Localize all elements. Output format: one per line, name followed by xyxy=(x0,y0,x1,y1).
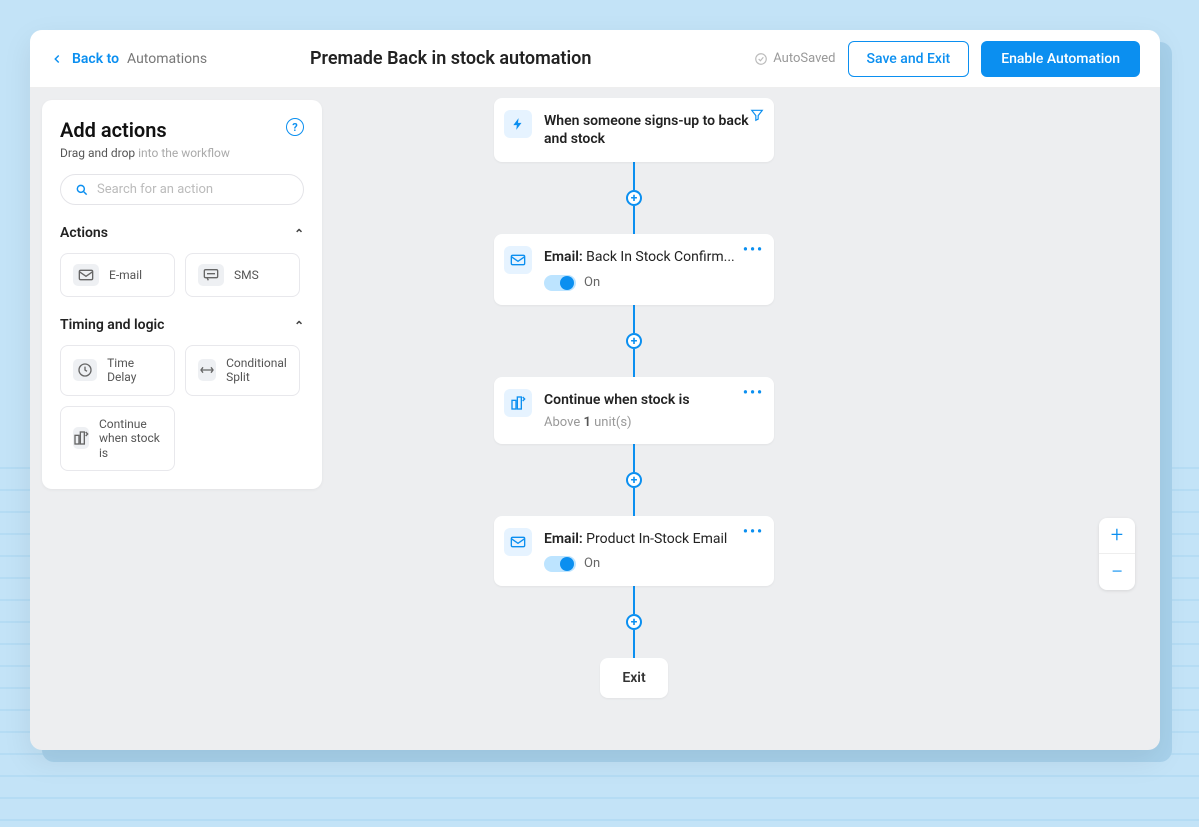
zoom-out-button[interactable]: − xyxy=(1099,554,1135,590)
pill-label: E-mail xyxy=(109,268,142,282)
pill-label: SMS xyxy=(234,268,259,282)
node-menu-icon[interactable]: ••• xyxy=(743,524,764,540)
filter-icon[interactable] xyxy=(750,108,764,122)
help-icon[interactable]: ? xyxy=(286,118,304,136)
section-timing-header[interactable]: Timing and logic ⌄ xyxy=(60,317,304,333)
search-container[interactable] xyxy=(60,174,304,205)
node-menu-icon[interactable]: ••• xyxy=(743,385,764,401)
section-actions-label: Actions xyxy=(60,225,108,241)
stock-icon xyxy=(504,389,532,417)
search-icon xyxy=(75,183,89,197)
autosave-label: AutoSaved xyxy=(773,51,835,66)
toggle-label: On xyxy=(584,556,600,571)
add-step-button[interactable]: + xyxy=(626,472,642,488)
search-input[interactable] xyxy=(97,182,289,197)
action-sms-pill[interactable]: SMS xyxy=(185,253,300,297)
stock-title: Continue when stock is xyxy=(544,391,758,409)
email-node-2[interactable]: ••• Email: Product In-Stock Email On xyxy=(494,516,774,586)
topbar: Back to Automations Premade Back in stoc… xyxy=(30,30,1160,88)
email2-toggle[interactable]: On xyxy=(544,556,758,572)
chevron-down-icon: ⌄ xyxy=(294,318,304,332)
add-step-button[interactable]: + xyxy=(626,614,642,630)
email-node-1[interactable]: ••• Email: Back In Stock Confirm... On xyxy=(494,234,774,304)
page-title: Premade Back in stock automation xyxy=(147,48,754,69)
chevron-down-icon: ⌄ xyxy=(294,226,304,240)
stock-subtitle: Above 1 unit(s) xyxy=(544,415,758,430)
toggle-label: On xyxy=(584,275,600,290)
sidebar-title: Add actions xyxy=(60,118,167,142)
pill-label: Continue when stock is xyxy=(99,417,162,460)
trigger-title: When someone signs-up to back and stock xyxy=(544,112,758,148)
email2-title: Email: Product In-Stock Email xyxy=(544,530,758,548)
check-circle-icon xyxy=(754,52,768,66)
add-step-button[interactable]: + xyxy=(626,190,642,206)
mail-icon xyxy=(504,246,532,274)
action-sidebar: Add actions ? Drag and drop into the wor… xyxy=(42,100,322,489)
clock-icon xyxy=(73,359,97,381)
sidebar-hint: Drag and drop into the workflow xyxy=(60,146,304,160)
arrow-left-icon xyxy=(50,52,64,66)
app-window: Back to Automations Premade Back in stoc… xyxy=(30,30,1160,750)
save-exit-button[interactable]: Save and Exit xyxy=(848,41,970,77)
chat-icon xyxy=(198,264,224,286)
email1-title: Email: Back In Stock Confirm... xyxy=(544,248,758,266)
zoom-controls: + − xyxy=(1099,518,1135,590)
email1-toggle[interactable]: On xyxy=(544,275,758,291)
action-stock-pill[interactable]: Continue when stock is xyxy=(60,406,175,471)
back-label: Back to xyxy=(72,51,119,67)
pill-label: Time Delay xyxy=(107,356,162,385)
zoom-in-button[interactable]: + xyxy=(1099,518,1135,554)
mail-icon xyxy=(504,528,532,556)
stock-node[interactable]: ••• Continue when stock is Above 1 unit(… xyxy=(494,377,774,444)
bolt-icon xyxy=(504,110,532,138)
split-icon xyxy=(198,359,216,381)
section-actions-header[interactable]: Actions ⌄ xyxy=(60,225,304,241)
node-menu-icon[interactable]: ••• xyxy=(743,242,764,258)
trigger-node[interactable]: When someone signs-up to back and stock xyxy=(494,98,774,162)
action-split-pill[interactable]: Conditional Split xyxy=(185,345,300,396)
add-step-button[interactable]: + xyxy=(626,333,642,349)
enable-automation-button[interactable]: Enable Automation xyxy=(981,41,1140,77)
exit-node[interactable]: Exit xyxy=(600,658,667,698)
autosave-status: AutoSaved xyxy=(754,51,835,66)
workflow-canvas[interactable]: When someone signs-up to back and stock … xyxy=(334,88,1160,750)
action-email-pill[interactable]: E-mail xyxy=(60,253,175,297)
pill-label: Conditional Split xyxy=(226,356,287,385)
section-timing-label: Timing and logic xyxy=(60,317,164,333)
action-delay-pill[interactable]: Time Delay xyxy=(60,345,175,396)
mail-icon xyxy=(73,264,99,286)
stock-icon xyxy=(73,427,89,449)
